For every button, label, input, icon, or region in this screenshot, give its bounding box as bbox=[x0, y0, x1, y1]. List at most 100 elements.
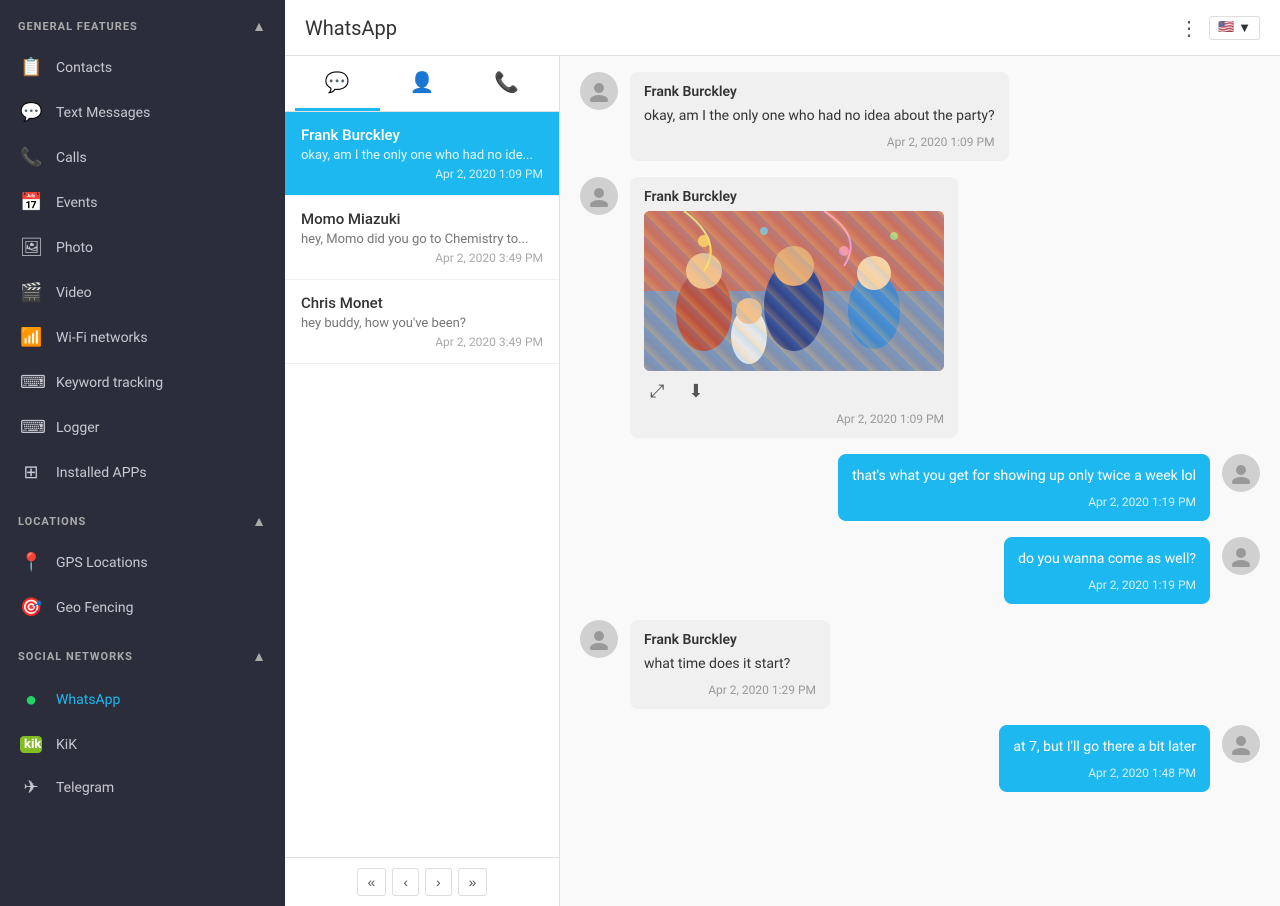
tab-calls[interactable]: 📞 bbox=[464, 56, 549, 111]
avatar bbox=[580, 620, 618, 658]
sidebar-item-label: Photo bbox=[56, 240, 93, 256]
sidebar-item-label: Calls bbox=[56, 150, 87, 166]
conversation-tabs: 💬 👤 📞 bbox=[285, 56, 559, 112]
avatar bbox=[1222, 725, 1260, 763]
main-panel: WhatsApp ⋮ 🇺🇸 ▼ 💬 👤 📞 bbox=[285, 0, 1280, 906]
sidebar-item-whatsapp[interactable]: ● WhatsApp bbox=[0, 675, 285, 724]
section-label: SOCIAL NETWORKS bbox=[18, 650, 133, 663]
conversation-panel: 💬 👤 📞 Frank Burckley okay, am I the only… bbox=[285, 56, 560, 906]
section-label: GENERAL FEATURES bbox=[18, 20, 138, 33]
sidebar-item-label: Keyword tracking bbox=[56, 375, 163, 391]
avatar bbox=[580, 177, 618, 215]
topbar-right: ⋮ 🇺🇸 ▼ bbox=[1179, 16, 1260, 40]
conversation-preview: hey, Momo did you go to Chemistry to... bbox=[301, 232, 543, 247]
sidebar-item-keyword-tracking[interactable]: ⌨ Keyword tracking bbox=[0, 360, 285, 405]
message-sender: Frank Burckley bbox=[644, 189, 944, 205]
image-actions: ⤢ ⬇ bbox=[644, 379, 944, 404]
sidebar-item-text-messages[interactable]: 💬 Text Messages bbox=[0, 90, 285, 135]
sidebar-item-installed-apps[interactable]: ⊞ Installed APPs bbox=[0, 450, 285, 495]
sidebar-item-wifi[interactable]: 📶 Wi-Fi networks bbox=[0, 315, 285, 360]
message-text: that's what you get for showing up only … bbox=[852, 466, 1196, 487]
message-bubble: Frank Burckley okay, am I the only one w… bbox=[580, 72, 1260, 161]
sidebar-item-label: Video bbox=[56, 285, 92, 301]
sidebar-item-photo[interactable]: 🖼 Photo bbox=[0, 225, 285, 270]
message-sender: Frank Burckley bbox=[644, 632, 816, 648]
photo-icon: 🖼 bbox=[20, 237, 42, 258]
sidebar-item-label: WhatsApp bbox=[56, 692, 120, 708]
calls-tab-icon: 📞 bbox=[494, 70, 519, 94]
telegram-icon: ✈ bbox=[20, 777, 42, 798]
contacts-icon: 📋 bbox=[20, 57, 42, 78]
conversation-preview: okay, am I the only one who had no ide..… bbox=[301, 148, 543, 163]
conversation-name: Momo Miazuki bbox=[301, 210, 543, 228]
chevron-up-icon[interactable]: ▲ bbox=[252, 18, 267, 35]
sidebar-item-video[interactable]: 🎬 Video bbox=[0, 270, 285, 315]
message-text: at 7, but I'll go there a bit later bbox=[1013, 737, 1196, 758]
video-icon: 🎬 bbox=[20, 282, 42, 303]
chevron-up-icon[interactable]: ▲ bbox=[252, 648, 267, 665]
more-options-icon[interactable]: ⋮ bbox=[1179, 16, 1199, 40]
message-card: Frank Burckley what time does it start? … bbox=[630, 620, 830, 709]
message-card: Frank Burckley bbox=[630, 177, 958, 438]
gps-icon: 📍 bbox=[20, 552, 42, 573]
sidebar-item-label: Geo Fencing bbox=[56, 600, 134, 616]
wifi-icon: 📶 bbox=[20, 327, 42, 348]
chat-tab-icon: 💬 bbox=[325, 70, 350, 94]
sidebar-item-calls[interactable]: 📞 Calls bbox=[0, 135, 285, 180]
message-time: Apr 2, 2020 1:48 PM bbox=[1013, 766, 1196, 780]
page-title: WhatsApp bbox=[305, 16, 397, 40]
sidebar-item-label: Telegram bbox=[56, 780, 114, 796]
download-image-button[interactable]: ⬇ bbox=[682, 379, 709, 404]
sidebar-item-label: KiK bbox=[56, 737, 77, 753]
calls-icon: 📞 bbox=[20, 147, 42, 168]
conversation-item[interactable]: Chris Monet hey buddy, how you've been? … bbox=[285, 280, 559, 364]
sidebar-item-label: Contacts bbox=[56, 60, 112, 76]
language-selector[interactable]: 🇺🇸 ▼ bbox=[1209, 16, 1260, 40]
message-text: do you wanna come as well? bbox=[1018, 549, 1196, 570]
last-page-button[interactable]: » bbox=[458, 868, 488, 896]
whatsapp-icon: ● bbox=[20, 687, 42, 712]
general-features-header: GENERAL FEATURES ▲ bbox=[0, 0, 285, 45]
sidebar-item-label: Wi-Fi networks bbox=[56, 330, 148, 346]
pagination: « ‹ › » bbox=[285, 857, 559, 906]
expand-image-button[interactable]: ⤢ bbox=[644, 379, 670, 404]
message-sender: Frank Burckley bbox=[644, 84, 995, 100]
keyword-icon: ⌨ bbox=[20, 372, 42, 393]
message-time: Apr 2, 2020 1:09 PM bbox=[644, 135, 995, 149]
sidebar-item-logger[interactable]: ⌨ Logger bbox=[0, 405, 285, 450]
next-page-button[interactable]: › bbox=[425, 868, 452, 896]
sidebar-item-gps[interactable]: 📍 GPS Locations bbox=[0, 540, 285, 585]
kik-icon: kik bbox=[20, 736, 42, 753]
social-networks-header: SOCIAL NETWORKS ▲ bbox=[0, 630, 285, 675]
avatar bbox=[1222, 454, 1260, 492]
message-card: do you wanna come as well? Apr 2, 2020 1… bbox=[1004, 537, 1210, 604]
message-card: Frank Burckley okay, am I the only one w… bbox=[630, 72, 1009, 161]
conversation-item[interactable]: Momo Miazuki hey, Momo did you go to Che… bbox=[285, 196, 559, 280]
first-page-button[interactable]: « bbox=[357, 868, 387, 896]
sidebar-item-label: Events bbox=[56, 195, 97, 211]
prev-page-button[interactable]: ‹ bbox=[392, 868, 419, 896]
chevron-up-icon[interactable]: ▲ bbox=[252, 513, 267, 530]
sidebar-item-events[interactable]: 📅 Events bbox=[0, 180, 285, 225]
sidebar-item-telegram[interactable]: ✈ Telegram bbox=[0, 765, 285, 810]
sidebar: GENERAL FEATURES ▲ 📋 Contacts 💬 Text Mes… bbox=[0, 0, 285, 906]
sidebar-item-label: Logger bbox=[56, 420, 99, 436]
contacts-tab-icon: 👤 bbox=[410, 70, 435, 94]
sidebar-item-kik[interactable]: kik KiK bbox=[0, 724, 285, 765]
conversation-time: Apr 2, 2020 3:49 PM bbox=[301, 335, 543, 349]
message-bubble: at 7, but I'll go there a bit later Apr … bbox=[999, 725, 1260, 792]
sidebar-item-contacts[interactable]: 📋 Contacts bbox=[0, 45, 285, 90]
conversation-item[interactable]: Frank Burckley okay, am I the only one w… bbox=[285, 112, 559, 196]
message-bubble: do you wanna come as well? Apr 2, 2020 1… bbox=[1004, 537, 1260, 604]
conversation-list: Frank Burckley okay, am I the only one w… bbox=[285, 112, 559, 857]
locations-header: LOCATIONS ▲ bbox=[0, 495, 285, 540]
sidebar-item-label: Text Messages bbox=[56, 105, 150, 121]
message-text: what time does it start? bbox=[644, 654, 816, 675]
tab-chat[interactable]: 💬 bbox=[295, 56, 380, 111]
tab-contacts[interactable]: 👤 bbox=[380, 56, 465, 111]
sidebar-item-label: GPS Locations bbox=[56, 555, 148, 571]
message-time: Apr 2, 2020 1:19 PM bbox=[852, 495, 1196, 509]
dropdown-chevron-icon: ▼ bbox=[1238, 20, 1251, 36]
conversation-time: Apr 2, 2020 3:49 PM bbox=[301, 251, 543, 265]
sidebar-item-geofencing[interactable]: 🎯 Geo Fencing bbox=[0, 585, 285, 630]
